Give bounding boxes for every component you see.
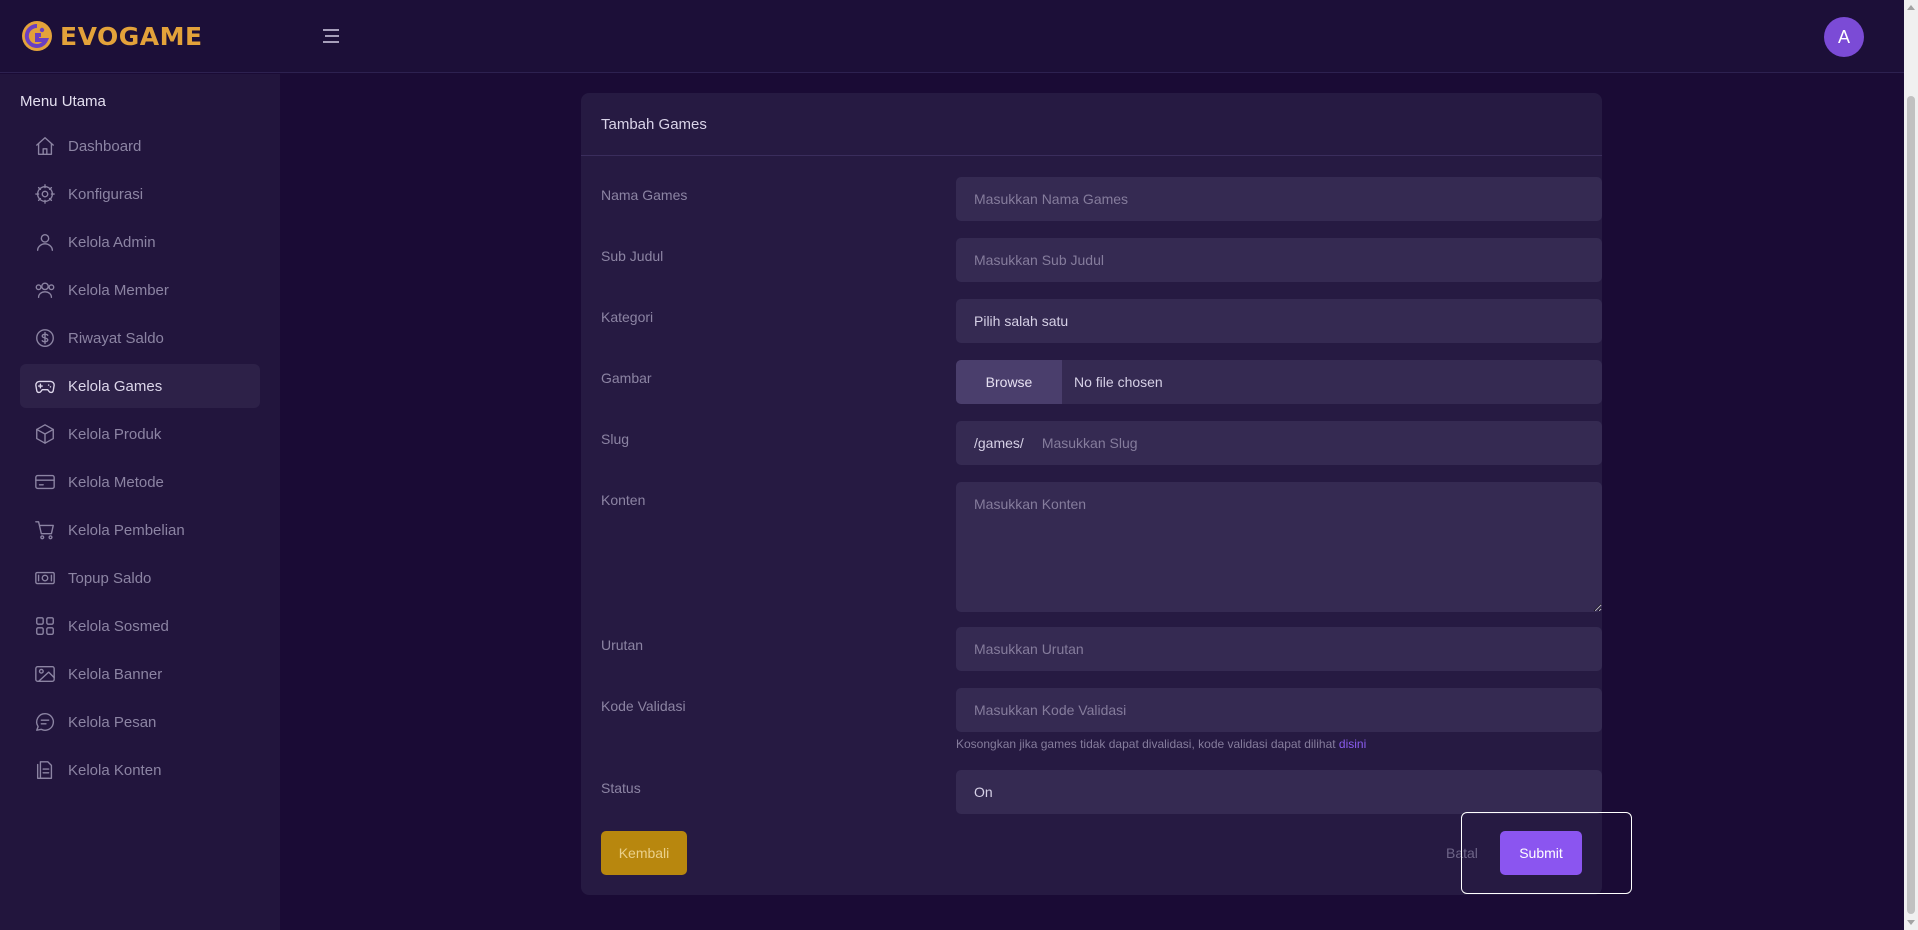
hamburger-menu-icon[interactable] [321, 26, 341, 46]
avatar[interactable]: A [1824, 17, 1864, 57]
sidebar-item-kelola-pesan[interactable]: Kelola Pesan [20, 700, 260, 744]
gambar-label: Gambar [601, 370, 652, 386]
nama-games-label: Nama Games [601, 187, 688, 203]
file-name-text: No file chosen [1074, 374, 1163, 390]
slug-prefix: /games/ [974, 435, 1024, 451]
sidebar-item-dashboard[interactable]: Dashboard [20, 124, 260, 168]
sidebar-item-kelola-member[interactable]: Kelola Member [20, 268, 260, 312]
cash-icon [34, 567, 56, 589]
document-icon [34, 759, 56, 781]
chat-icon [34, 711, 56, 733]
nama-games-input[interactable] [956, 177, 1602, 221]
sidebar-item-label: Dashboard [68, 137, 142, 155]
scroll-thumb[interactable] [1907, 96, 1915, 914]
sidebar-item-kelola-metode[interactable]: Kelola Metode [20, 460, 260, 504]
credit-card-icon [34, 471, 56, 493]
cart-icon [34, 519, 56, 541]
home-icon [34, 135, 56, 157]
cancel-button[interactable]: Batal [1446, 845, 1478, 861]
sidebar-item-label: Kelola Pembelian [68, 521, 185, 539]
kategori-label: Kategori [601, 309, 654, 325]
add-game-card: Tambah Games Nama Games Sub Judul Katego… [581, 93, 1602, 895]
urutan-label: Urutan [601, 637, 644, 653]
kode-validasi-input[interactable] [956, 688, 1602, 732]
kategori-select[interactable]: Pilih salah satu [956, 299, 1602, 343]
sidebar-item-label: Kelola Banner [68, 665, 163, 683]
sidebar-item-label: Konfigurasi [68, 185, 144, 203]
brand-name: EVOGAME [60, 21, 203, 51]
sub-judul-input[interactable] [956, 238, 1602, 282]
back-button[interactable]: Kembali [601, 831, 687, 875]
sidebar-item-label: Kelola Member [68, 281, 169, 299]
sidebar-menu: Dashboard Konfigurasi Kelola Admin Kelola M… [20, 124, 260, 796]
status-select[interactable]: On [956, 770, 1602, 814]
sidebar-item-kelola-konten[interactable]: Kelola Konten [20, 748, 260, 792]
grid-icon [34, 615, 56, 637]
sidebar: Menu Utama Dashboard Konfigurasi Kelola Ad… [0, 74, 280, 930]
submit-button[interactable]: Submit [1500, 831, 1582, 875]
scrollbar[interactable] [1904, 0, 1918, 930]
sidebar-item-kelola-banner[interactable]: Kelola Banner [20, 652, 260, 696]
urutan-input[interactable] [956, 627, 1602, 671]
konten-textarea[interactable] [956, 482, 1602, 612]
sidebar-item-topup-saldo[interactable]: Topup Saldo [20, 556, 260, 600]
hint-link-disini[interactable]: disini [1339, 737, 1366, 751]
kode-validasi-hint: Kosongkan jika games tidak dapat divalid… [956, 737, 1366, 751]
browse-button[interactable]: Browse [956, 360, 1062, 404]
sidebar-item-label: Kelola Produk [68, 425, 162, 443]
scroll-down-arrow-icon[interactable] [1907, 920, 1915, 925]
slug-placeholder: Masukkan Slug [1041, 435, 1138, 451]
sidebar-item-label: Topup Saldo [68, 569, 152, 587]
user-icon [34, 231, 56, 253]
kode-validasi-label: Kode Validasi [601, 698, 686, 714]
box-icon [34, 423, 56, 445]
users-icon [34, 279, 56, 301]
slug-input[interactable]: /games/ Masukkan Slug [956, 421, 1602, 465]
sidebar-item-label: Kelola Games [68, 377, 163, 395]
konten-label: Konten [601, 492, 646, 508]
gambar-file-input[interactable]: Browse No file chosen [956, 360, 1602, 404]
gear-icon [34, 183, 56, 205]
sidebar-item-label: Kelola Pesan [68, 713, 157, 731]
sidebar-item-label: Kelola Metode [68, 473, 164, 491]
brand-logo[interactable]: EVOGAME [20, 18, 203, 54]
gamepad-icon [34, 375, 56, 397]
sidebar-item-riwayat-saldo[interactable]: Riwayat Saldo [20, 316, 260, 360]
sub-judul-label: Sub Judul [601, 248, 664, 264]
slug-label: Slug [601, 431, 630, 447]
top-bar: EVOGAME A [0, 0, 1904, 73]
image-icon [34, 663, 56, 685]
sidebar-item-label: Kelola Admin [68, 233, 156, 251]
sidebar-item-kelola-sosmed[interactable]: Kelola Sosmed [20, 604, 260, 648]
sidebar-title: Menu Utama [20, 93, 106, 110]
dollar-circle-icon [34, 327, 56, 349]
hint-text: Kosongkan jika games tidak dapat divalid… [956, 737, 1339, 751]
card-title: Tambah Games [581, 93, 1602, 156]
evogame-logo-icon [22, 21, 52, 51]
scroll-up-arrow-icon[interactable] [1907, 5, 1915, 10]
sidebar-item-kelola-games[interactable]: Kelola Games [20, 364, 260, 408]
sidebar-item-kelola-pembelian[interactable]: Kelola Pembelian [20, 508, 260, 552]
sidebar-item-kelola-produk[interactable]: Kelola Produk [20, 412, 260, 456]
sidebar-item-label: Riwayat Saldo [68, 329, 164, 347]
status-label: Status [601, 780, 641, 796]
sidebar-item-kelola-admin[interactable]: Kelola Admin [20, 220, 260, 264]
sidebar-item-label: Kelola Konten [68, 761, 162, 779]
sidebar-item-konfigurasi[interactable]: Konfigurasi [20, 172, 260, 216]
sidebar-item-label: Kelola Sosmed [68, 617, 169, 635]
